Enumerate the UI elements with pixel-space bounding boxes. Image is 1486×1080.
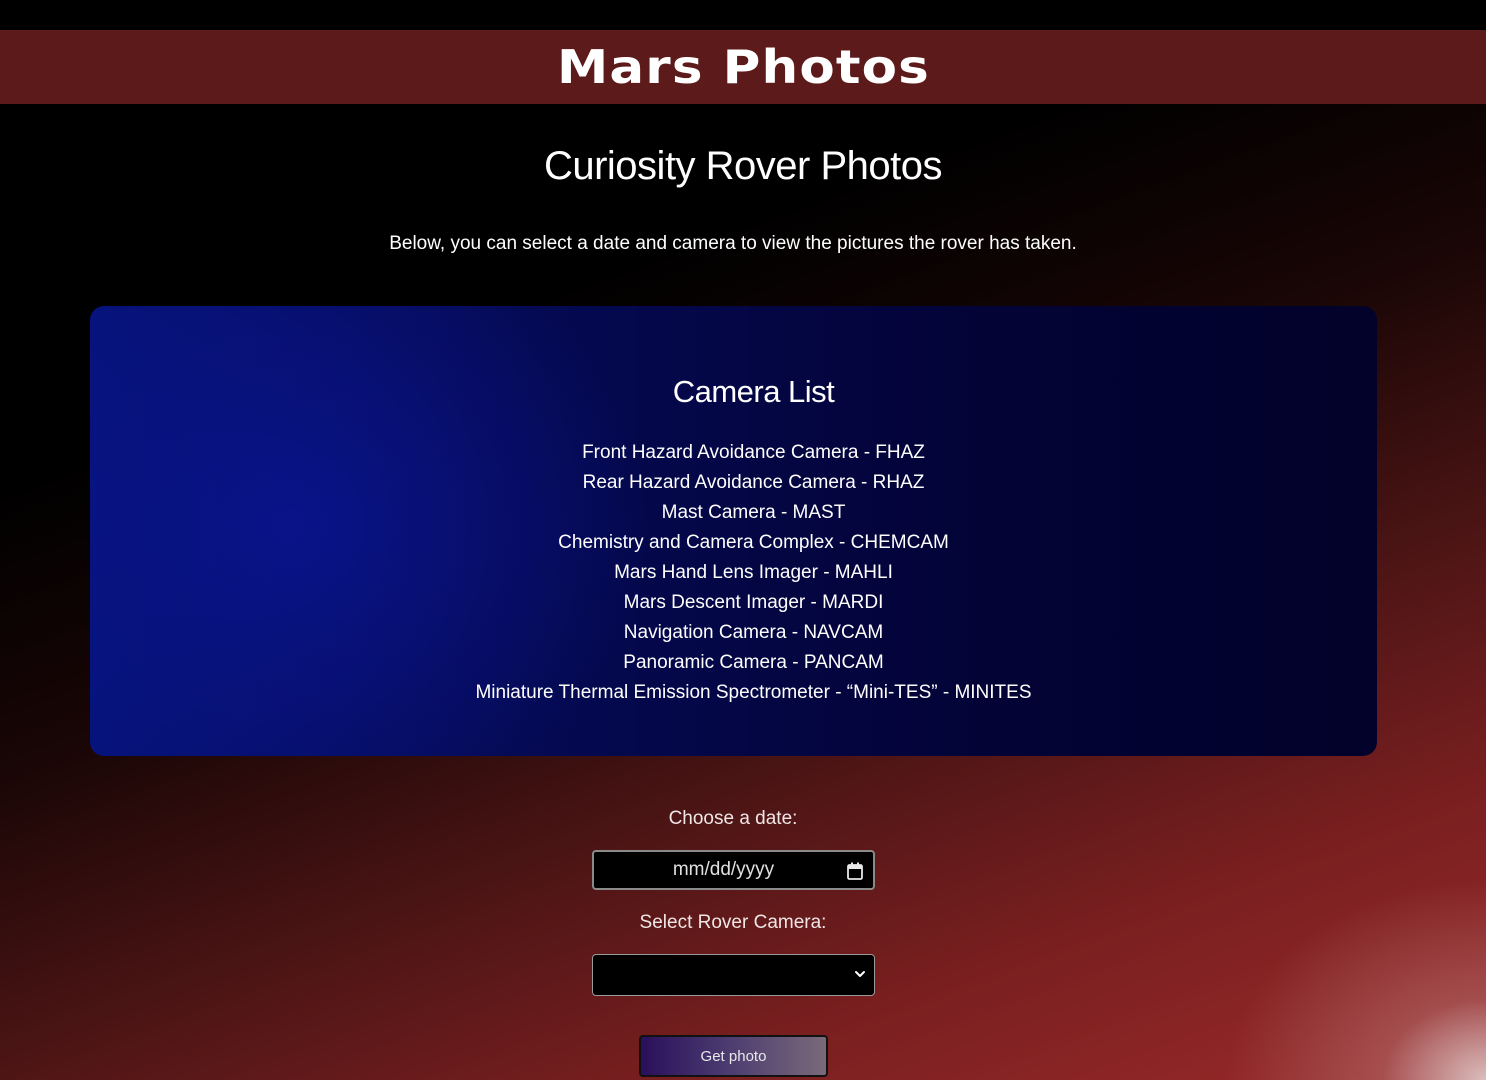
camera-list-title: Camera List [672, 374, 835, 409]
camera-list-item: Chemistry and Camera Complex - CHEMCAM [558, 532, 949, 553]
date-placeholder: mm/dd/yyyy [672, 859, 775, 880]
camera-list-item: Mars Descent Imager - MARDI [623, 592, 884, 613]
camera-list-panel: Camera List Front Hazard Avoidance Camer… [90, 306, 1377, 756]
camera-list-item: Front Hazard Avoidance Camera - FHAZ [582, 442, 925, 463]
page-title: Curiosity Rover Photos [543, 144, 943, 188]
chevron-down-icon [855, 971, 865, 977]
site-title: Mars Photos [556, 40, 930, 94]
camera-list: Front Hazard Avoidance Camera - FHAZ Rea… [90, 438, 1417, 708]
site-header: Mars Photos [0, 30, 1486, 104]
camera-select[interactable] [592, 954, 875, 996]
date-input[interactable]: mm/dd/yyyy [592, 850, 875, 890]
camera-list-item: Miniature Thermal Emission Spectrometer … [475, 682, 1032, 703]
get-photo-button[interactable]: Get photo [639, 1035, 828, 1077]
camera-list-item: Mars Hand Lens Imager - MAHLI [614, 562, 893, 583]
intro-text: Below, you can select a date and camera … [389, 233, 1077, 254]
camera-list-item: Navigation Camera - NAVCAM [623, 622, 884, 643]
camera-list-item: Panoramic Camera - PANCAM [623, 652, 884, 673]
calendar-icon[interactable] [847, 862, 863, 880]
camera-select-label: Select Rover Camera: [639, 912, 827, 933]
camera-list-item: Rear Hazard Avoidance Camera - RHAZ [582, 472, 925, 493]
date-label: Choose a date: [668, 808, 798, 829]
camera-list-item: Mast Camera - MAST [661, 502, 846, 523]
top-bar [0, 0, 1486, 30]
